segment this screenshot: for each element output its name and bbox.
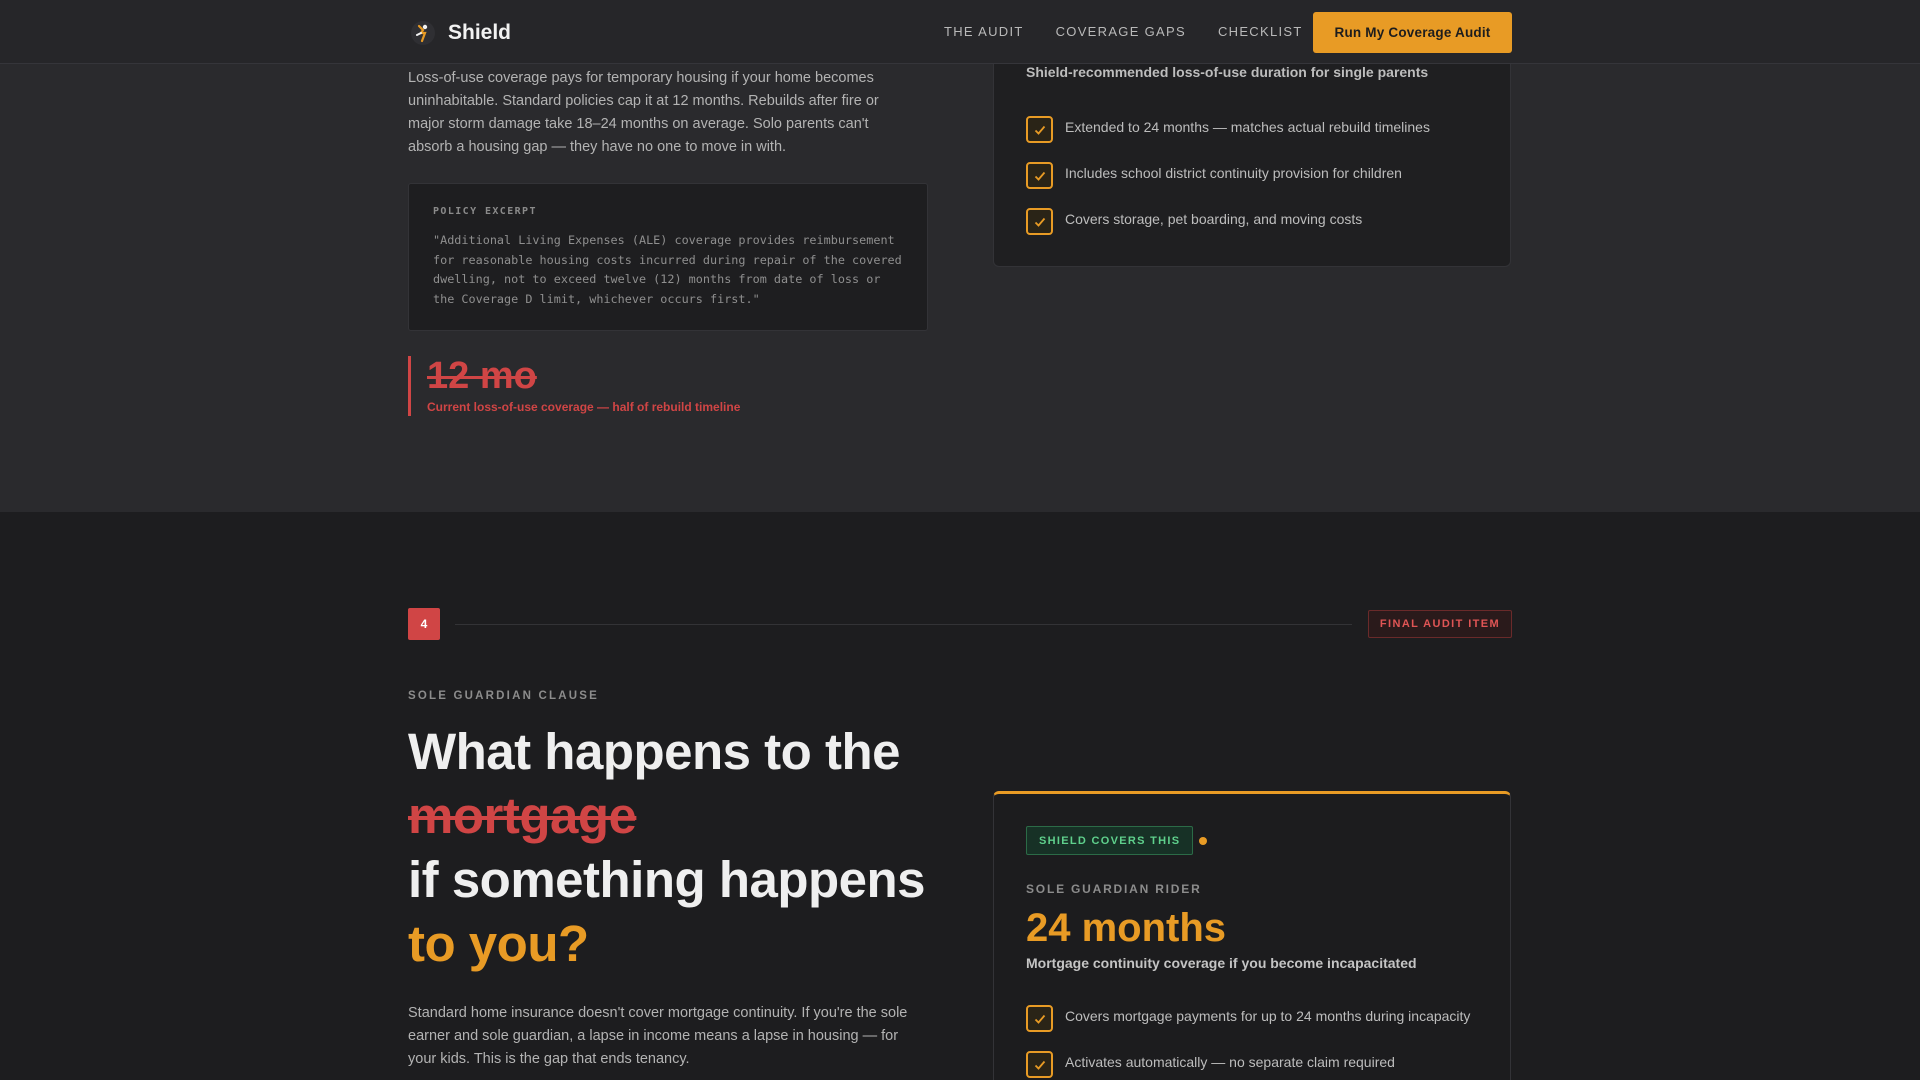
check-item: Activates automatically — no separate cl…	[1026, 1051, 1395, 1078]
nav-link-coverage-gaps[interactable]: COVERAGE GAPS	[1056, 24, 1186, 39]
loss-of-use-section: Loss-of-use coverage pays for temporary …	[0, 0, 1920, 512]
sole-guardian-body: Standard home insurance doesn't cover mo…	[408, 1005, 908, 1067]
check-text: Includes school district continuity prov…	[1065, 165, 1402, 181]
loss-of-use-body: Loss-of-use coverage pays for temporary …	[408, 70, 879, 155]
check-icon	[1026, 208, 1053, 235]
rider-value: 24 months	[1026, 906, 1227, 950]
check-text: Covers mortgage payments for up to 24 mo…	[1065, 1008, 1471, 1024]
check-item: Extended to 24 months — matches actual r…	[1026, 116, 1430, 143]
card-title: Shield-recommended loss-of-use duration …	[1026, 64, 1429, 80]
headline-accent: to you?	[408, 915, 589, 972]
headline-line: if something happens	[408, 851, 926, 908]
brand-name: Shield	[448, 21, 512, 44]
check-text: Activates automatically — no separate cl…	[1065, 1054, 1395, 1070]
run-audit-button[interactable]: Run My Coverage Audit	[1313, 12, 1512, 53]
headline-line: What happens to the	[408, 723, 900, 780]
top-nav: Shield THE AUDIT COVERAGE GAPS CHECKLIST…	[0, 0, 1920, 64]
current-coverage-stat: 12 mo Current loss-of-use coverage — hal…	[408, 356, 740, 416]
brand-logo[interactable]: Shield	[408, 18, 511, 48]
rider-subtitle: Mortgage continuity coverage if you beco…	[1026, 955, 1417, 971]
check-icon	[1026, 1051, 1053, 1078]
excerpt-label: POLICY EXCERPT	[433, 206, 537, 217]
status-dot-icon	[1199, 837, 1207, 845]
check-text: Extended to 24 months — matches actual r…	[1065, 119, 1430, 135]
rider-label: SOLE GUARDIAN RIDER	[1026, 882, 1202, 896]
policy-excerpt: POLICY EXCERPT "Additional Living Expens…	[408, 183, 928, 331]
section-headline: What happens to the mortgage if somethin…	[408, 720, 926, 976]
excerpt-text: "Additional Living Expenses (ALE) covera…	[433, 233, 902, 306]
nav-link-checklist[interactable]: CHECKLIST	[1218, 24, 1303, 39]
nav-links: THE AUDIT COVERAGE GAPS CHECKLIST	[944, 24, 1303, 39]
divider	[455, 624, 1352, 625]
shield-figure-icon	[408, 18, 438, 48]
headline-strike: mortgage	[408, 787, 637, 844]
covers-badge: SHIELD COVERS THIS	[1026, 826, 1194, 855]
check-text: Covers storage, pet boarding, and moving…	[1065, 211, 1363, 227]
check-icon	[1026, 162, 1053, 189]
stat-caption: Current loss-of-use coverage — half of r…	[427, 400, 741, 414]
nav-link-the-audit[interactable]: THE AUDIT	[944, 24, 1024, 39]
check-item: Includes school district continuity prov…	[1026, 162, 1402, 189]
final-audit-tag: FINAL AUDIT ITEM	[1368, 610, 1512, 638]
check-icon	[1026, 116, 1053, 143]
audit-item-number: 4	[408, 608, 440, 640]
section-eyebrow: SOLE GUARDIAN CLAUSE	[408, 690, 599, 702]
check-item: Covers storage, pet boarding, and moving…	[1026, 208, 1362, 235]
sole-guardian-section: 4 FINAL AUDIT ITEM SOLE GUARDIAN CLAUSE …	[0, 512, 1920, 1080]
sole-guardian-rider-card: SHIELD COVERS THIS SOLE GUARDIAN RIDER 2…	[993, 791, 1511, 1080]
recommended-coverage-card: Shield-recommended loss-of-use duration …	[993, 40, 1511, 267]
check-icon	[1026, 1005, 1053, 1032]
check-item: Covers mortgage payments for up to 24 mo…	[1026, 1005, 1470, 1032]
stat-value: 12 mo	[427, 355, 537, 397]
